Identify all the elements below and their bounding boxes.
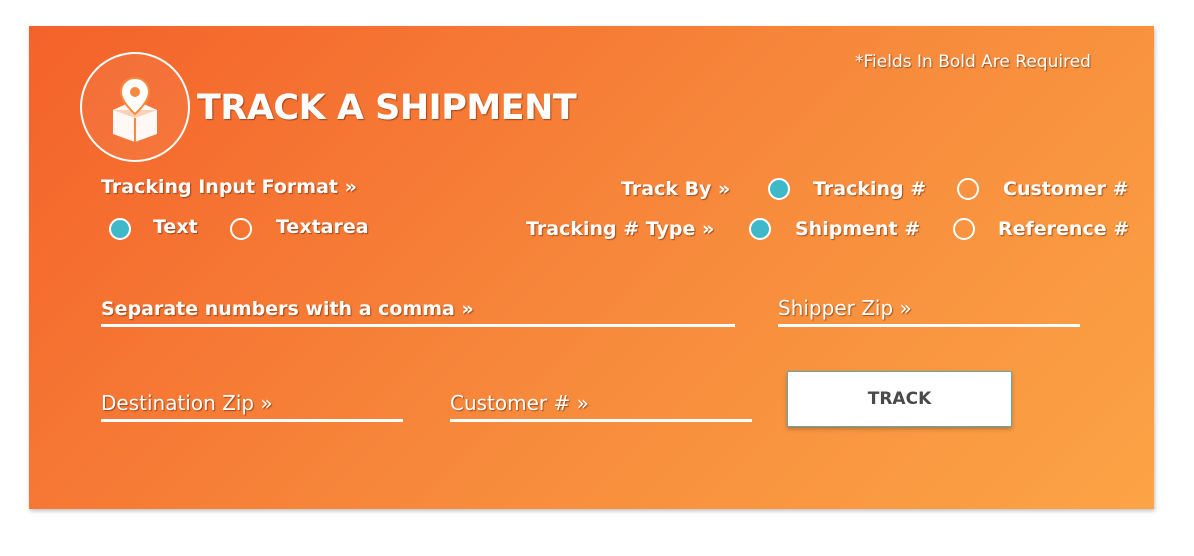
radio-tracking-number[interactable] bbox=[768, 178, 790, 200]
radio-shipment-number-label: Shipment # bbox=[795, 218, 921, 240]
destination-zip-input[interactable]: Destination Zip » bbox=[101, 371, 403, 422]
radio-reference-number[interactable] bbox=[953, 218, 975, 240]
shipper-zip-placeholder: Shipper Zip » bbox=[778, 296, 912, 320]
radio-customer-number-label: Customer # bbox=[1003, 178, 1129, 200]
input-format-label: Tracking Input Format » bbox=[101, 176, 357, 198]
track-button[interactable]: TRACK bbox=[787, 371, 1012, 427]
tracking-numbers-input[interactable]: Separate numbers with a comma » bbox=[101, 276, 735, 327]
tracking-numbers-placeholder: Separate numbers with a comma » bbox=[101, 298, 474, 320]
package-location-icon bbox=[80, 52, 190, 162]
radio-text-format-label: Text bbox=[153, 216, 198, 238]
required-fields-note: *Fields In Bold Are Required bbox=[855, 52, 1091, 72]
tracking-type-label: Tracking # Type » bbox=[526, 218, 715, 240]
radio-shipment-number[interactable] bbox=[749, 218, 771, 240]
customer-number-placeholder: Customer # » bbox=[450, 391, 589, 415]
radio-customer-number[interactable] bbox=[957, 178, 979, 200]
track-shipment-panel: *Fields In Bold Are Required TRACK A SHI… bbox=[29, 26, 1154, 509]
radio-tracking-number-label: Tracking # bbox=[813, 178, 927, 200]
radio-reference-number-label: Reference # bbox=[998, 218, 1130, 240]
track-by-label: Track By » bbox=[621, 178, 731, 200]
customer-number-input[interactable]: Customer # » bbox=[450, 371, 752, 422]
destination-zip-placeholder: Destination Zip » bbox=[101, 391, 273, 415]
radio-textarea-format[interactable] bbox=[230, 218, 252, 240]
shipper-zip-input[interactable]: Shipper Zip » bbox=[778, 276, 1080, 327]
page-title: TRACK A SHIPMENT bbox=[197, 88, 577, 128]
radio-text-format[interactable] bbox=[109, 218, 131, 240]
radio-textarea-format-label: Textarea bbox=[276, 216, 369, 238]
